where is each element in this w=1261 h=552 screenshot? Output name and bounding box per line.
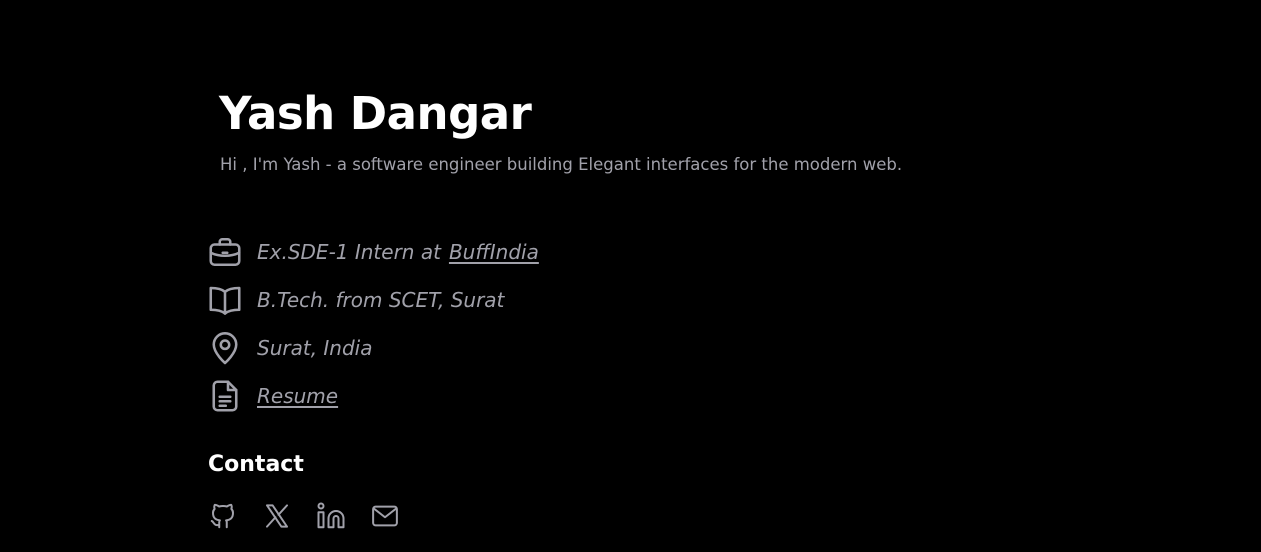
github-icon[interactable] — [208, 501, 238, 531]
info-item-location: Surat, India — [207, 324, 539, 372]
briefcase-icon — [207, 233, 245, 271]
info-item-experience: Ex.SDE-1 Intern at BuffIndia — [207, 228, 539, 276]
document-icon — [207, 377, 245, 415]
x-twitter-icon[interactable] — [262, 501, 292, 531]
info-item-education: B.Tech. from SCET, Surat — [207, 276, 539, 324]
experience-prefix: Ex.SDE-1 Intern at — [257, 240, 441, 264]
education-text: B.Tech. from SCET, Surat — [257, 288, 505, 312]
company-link[interactable]: BuffIndia — [449, 240, 539, 264]
location-text: Surat, India — [257, 336, 373, 360]
map-pin-icon — [207, 329, 245, 367]
linkedin-icon[interactable] — [316, 501, 346, 531]
book-open-icon — [207, 281, 245, 319]
tagline: Hi , I'm Yash - a software engineer buil… — [220, 155, 903, 174]
page-title: Yash Dangar — [219, 87, 532, 140]
portfolio-page: Yash Dangar Hi , I'm Yash - a software e… — [0, 0, 1261, 552]
resume-link[interactable]: Resume — [257, 384, 338, 408]
resume-text: Resume — [257, 384, 338, 408]
contact-heading: Contact — [208, 452, 304, 477]
mail-icon[interactable] — [370, 501, 400, 531]
experience-text: Ex.SDE-1 Intern at BuffIndia — [257, 240, 539, 264]
social-links — [208, 501, 400, 531]
info-item-resume: Resume — [207, 372, 539, 420]
info-list: Ex.SDE-1 Intern at BuffIndia B.Tech. from… — [207, 228, 539, 420]
